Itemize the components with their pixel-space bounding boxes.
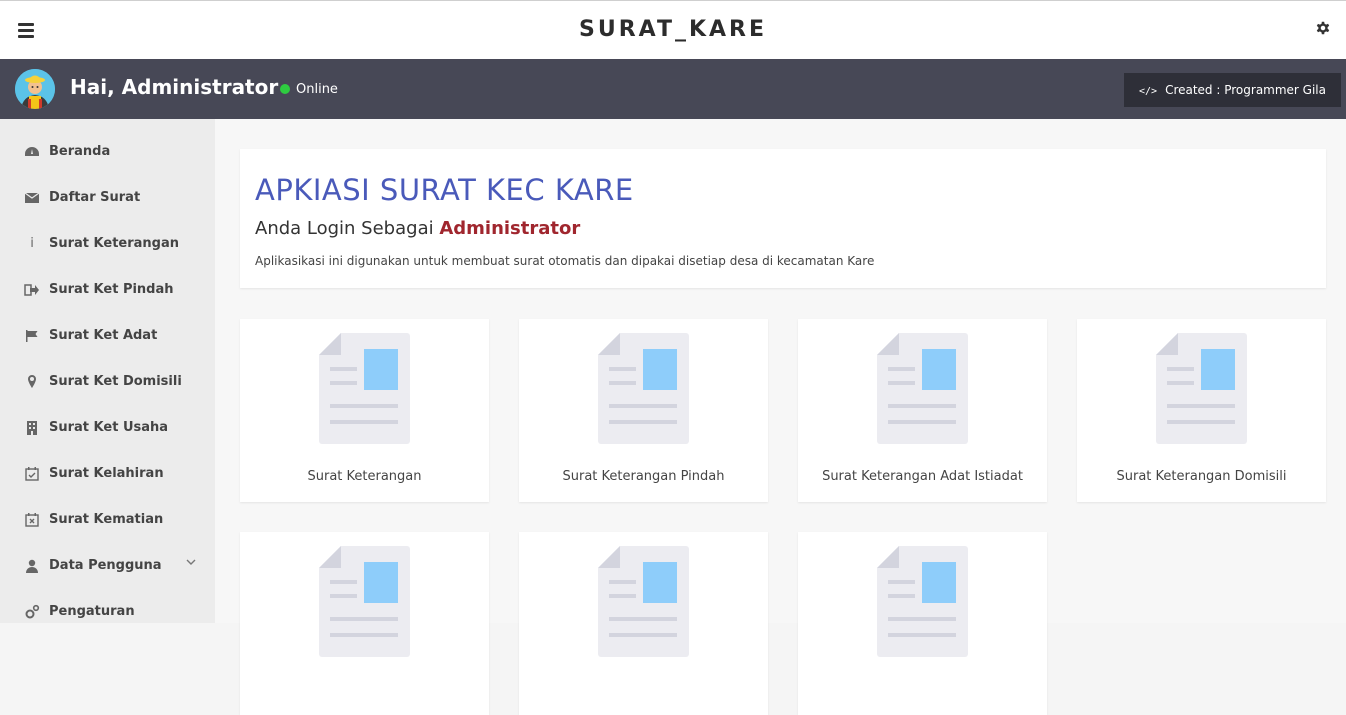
sidebar-item-surat-kelahiran[interactable]: Surat Kelahiran [0,452,215,498]
document-icon [319,333,410,444]
sidebar-item-surat-kematian[interactable]: Surat Kematian [0,498,215,544]
card-surat-keterangan-pindah[interactable]: Surat Keterangan Pindah [519,319,768,502]
sidebar-item-label: Beranda [49,144,111,159]
dashboard-icon [25,147,39,156]
document-icon [1156,333,1247,444]
status-badge: Online [280,82,338,97]
login-role: Administrator [439,218,581,239]
user-icon [26,559,38,573]
login-prefix: Anda Login Sebagai [255,218,434,239]
sidebar-item-label: Surat Ket Adat [49,328,158,343]
envelope-icon [24,192,40,203]
sidebar-item-daftar-surat[interactable]: Daftar Surat [0,176,215,222]
status-text: Online [296,82,338,97]
document-icon [598,546,689,657]
chevron-down-icon [186,559,196,565]
document-icon [319,546,410,657]
cogs-icon [25,604,40,619]
sidebar-item-beranda[interactable]: Beranda [0,130,215,176]
user-bar: Hai, Administrator Online </> Created : P… [0,59,1346,119]
card-label: Surat Keterangan [307,469,422,484]
sign-out-icon [24,284,39,296]
card-label: Surat Keterangan Adat Istiadat [822,469,1023,484]
sidebar-item-pengaturan[interactable]: Pengaturan [0,590,215,636]
calendar-check-icon [25,467,39,481]
app-title: SURAT_KARE [578,17,768,42]
card-surat-keterangan-domisili[interactable]: Surat Keterangan Domisili [1077,319,1326,502]
map-marker-icon [28,375,36,388]
login-info: Anda Login Sebagai Administrator [255,218,580,239]
page-title: APKIASI SURAT KEC KARE [255,173,634,207]
building-icon [27,421,37,435]
sidebar: Beranda Daftar Surat i Surat Keterangan … [0,119,215,623]
greeting: Hai, Administrator [70,75,279,99]
sidebar-item-label: Surat Ket Domisili [49,374,182,389]
card-label: Surat Keterangan Pindah [562,469,725,484]
sidebar-item-surat-keterangan[interactable]: i Surat Keterangan [0,222,215,268]
sidebar-item-label: Data Pengguna [49,558,162,573]
code-icon: </> [1139,86,1158,97]
created-button[interactable]: </> Created : Programmer Gila [1124,73,1341,107]
app-description: Aplikasikasi ini digunakan untuk membuat… [255,254,875,268]
sidebar-item-surat-ket-adat[interactable]: Surat Ket Adat [0,314,215,360]
sidebar-item-label: Surat Ket Usaha [49,420,169,435]
sidebar-item-label: Pengaturan [49,604,135,619]
info-icon: i [30,236,34,251]
card-surat-keterangan-adat-istiadat[interactable]: Surat Keterangan Adat Istiadat [798,319,1047,502]
sidebar-item-label: Surat Keterangan [49,236,180,251]
sidebar-item-label: Surat Kematian [49,512,164,527]
card-label: Surat Keterangan Domisili [1116,469,1287,484]
welcome-panel: APKIASI SURAT KEC KARE Anda Login Sebaga… [240,149,1326,288]
sidebar-item-surat-ket-usaha[interactable]: Surat Ket Usaha [0,406,215,452]
sidebar-item-surat-ket-pindah[interactable]: Surat Ket Pindah [0,268,215,314]
card-surat[interactable] [240,532,489,715]
card-surat[interactable] [519,532,768,715]
document-icon [598,333,689,444]
sidebar-item-label: Surat Kelahiran [49,466,164,481]
avatar [15,69,55,109]
card-surat[interactable] [798,532,1047,715]
document-icon [877,546,968,657]
sidebar-item-label: Daftar Surat [49,190,141,205]
online-dot-icon [280,84,290,94]
document-icon [877,333,968,444]
created-label: Created : Programmer Gila [1165,83,1326,97]
main-content: APKIASI SURAT KEC KARE Anda Login Sebaga… [215,119,1346,715]
top-header: SURAT_KARE [0,0,1346,59]
sidebar-item-data-pengguna[interactable]: Data Pengguna [0,544,215,590]
calendar-times-icon [25,513,39,527]
flag-icon [26,330,38,342]
card-surat-keterangan[interactable]: Surat Keterangan [240,319,489,502]
sidebar-item-surat-ket-domisili[interactable]: Surat Ket Domisili [0,360,215,406]
sidebar-item-label: Surat Ket Pindah [49,282,174,297]
gear-icon[interactable] [1314,19,1332,37]
